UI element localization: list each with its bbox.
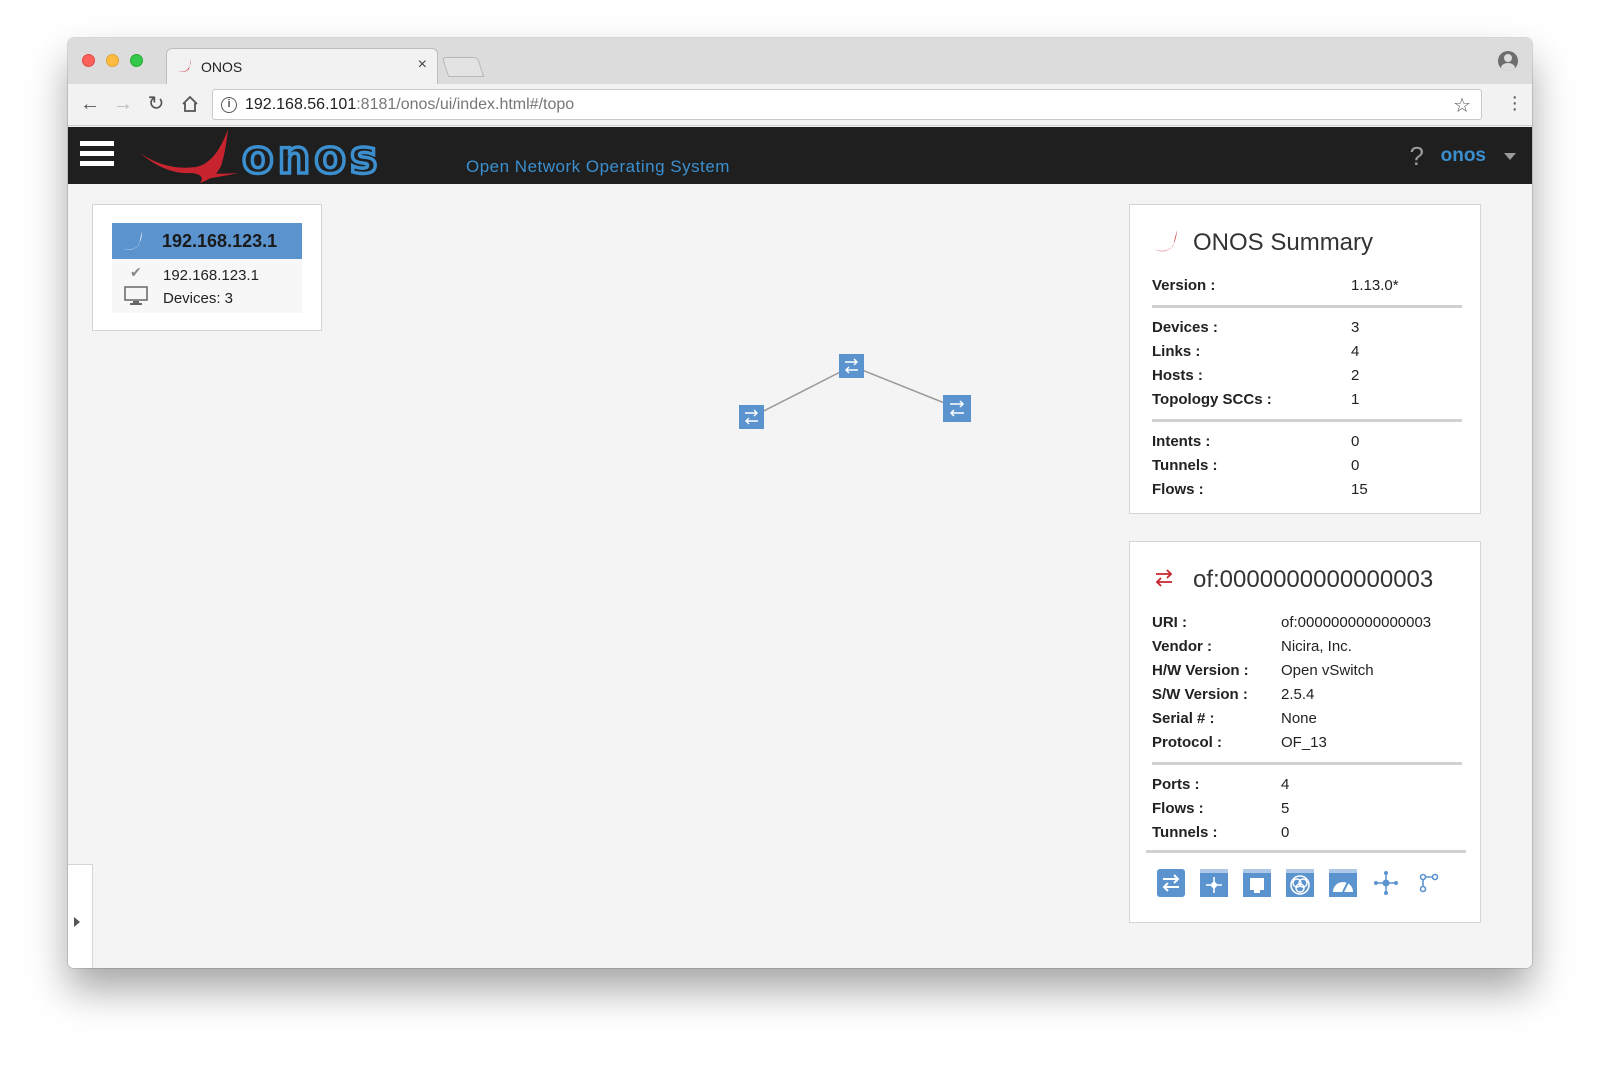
cluster-devices-count: Devices: 3: [163, 290, 234, 307]
topology-device-node[interactable]: [839, 354, 864, 378]
browser-menu-icon[interactable]: · · ·: [1511, 87, 1518, 119]
group-table-icon[interactable]: [1285, 868, 1315, 898]
back-arrow-icon[interactable]: ←: [78, 92, 102, 116]
switch-icon: [1155, 569, 1173, 587]
browser-toolbar: ← → ↻ i 192.168.56.101:8181/onos/ui/inde…: [68, 84, 1532, 126]
device-action-buttons: [1146, 850, 1466, 900]
bookmark-star-icon[interactable]: ☆: [1453, 93, 1471, 118]
forward-arrow-icon[interactable]: →: [111, 92, 135, 116]
onos-bird-icon: [122, 231, 142, 250]
onos-bird-icon: [1154, 230, 1177, 252]
device-title: of:0000000000000003: [1193, 566, 1434, 593]
onos-favicon-icon: [178, 59, 191, 73]
flow-table-icon[interactable]: [1199, 868, 1229, 898]
svg-text:onos: onos: [242, 130, 381, 184]
device-details-panel: of:0000000000000003 URI : of:000000000000…: [1129, 541, 1481, 923]
tab-close-icon[interactable]: ×: [418, 56, 427, 74]
cluster-panel: 192.168.123.1 ✔ 192.168.123.1 Devices: 3: [92, 204, 322, 331]
divider: [1152, 762, 1462, 765]
zoom-window-button[interactable]: [130, 54, 143, 67]
onos-logo: onos: [140, 128, 381, 184]
user-caret-icon[interactable]: [1504, 153, 1516, 160]
port-table-icon[interactable]: [1242, 868, 1272, 898]
address-bar[interactable]: i 192.168.56.101:8181/onos/ui/index.html…: [212, 89, 1482, 120]
device-table-icon[interactable]: [1156, 868, 1186, 898]
topology-link[interactable]: [751, 365, 853, 418]
browser-window: ONOS × ← → ↻ i 192.168.56.101:8181/onos/…: [68, 38, 1532, 968]
tab-strip: ONOS ×: [68, 38, 1532, 84]
tab-title: ONOS: [201, 59, 243, 75]
onos-tagline: Open Network Operating System: [466, 157, 730, 176]
summary-title: ONOS Summary: [1193, 229, 1374, 256]
divider: [1152, 419, 1462, 422]
nav-menu-icon[interactable]: [80, 141, 114, 169]
pipeconf-icon[interactable]: [1371, 868, 1401, 898]
summary-panel: ONOS Summary Version :1.13.0* Devices :3…: [1129, 204, 1481, 514]
details-toggle-button[interactable]: [68, 864, 93, 968]
help-icon[interactable]: ?: [1410, 141, 1424, 172]
onos-masthead: onos Open Network Operating System ? ono…: [68, 127, 1532, 184]
monitor-icon: [124, 286, 148, 305]
close-window-button[interactable]: [82, 54, 95, 67]
user-menu[interactable]: onos: [1441, 145, 1486, 167]
url-text: 192.168.56.101:8181/onos/ui/index.html#/…: [245, 96, 575, 113]
new-tab-button[interactable]: [441, 57, 485, 77]
topology-device-node-selected[interactable]: [943, 395, 971, 422]
topology-link[interactable]: [851, 365, 958, 409]
cluster-node-item[interactable]: ✔ 192.168.123.1 Devices: 3: [112, 259, 302, 313]
check-icon: ✔: [130, 264, 142, 280]
site-info-icon[interactable]: i: [221, 97, 237, 113]
topology-canvas[interactable]: 192.168.123.1 ✔ 192.168.123.1 Devices: 3…: [68, 184, 1532, 968]
reload-icon[interactable]: ↻: [144, 92, 168, 116]
meter-table-icon[interactable]: [1328, 868, 1358, 898]
divider: [1152, 305, 1462, 308]
cluster-node-ip: 192.168.123.1: [163, 267, 259, 284]
minimize-window-button[interactable]: [106, 54, 119, 67]
topology-device-node[interactable]: [739, 405, 764, 429]
browser-tab[interactable]: ONOS ×: [166, 48, 438, 84]
related-paths-icon[interactable]: [1414, 868, 1444, 898]
cluster-title: 192.168.123.1: [162, 231, 278, 251]
home-icon[interactable]: [178, 92, 202, 116]
profile-icon[interactable]: [1498, 51, 1518, 71]
cluster-header[interactable]: 192.168.123.1: [112, 223, 302, 259]
